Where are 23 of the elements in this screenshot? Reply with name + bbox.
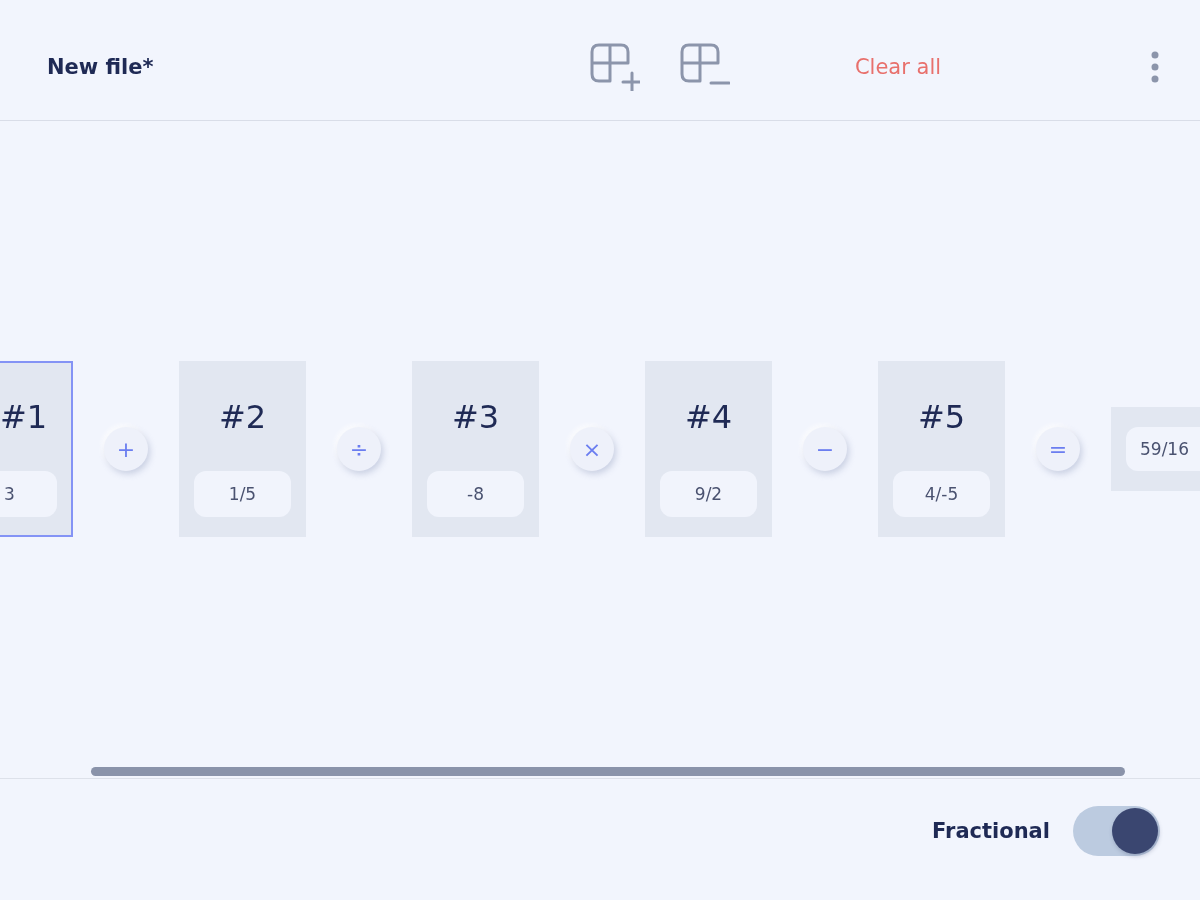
grid-plus-icon (590, 42, 640, 91)
add-cell-button[interactable] (589, 41, 641, 92)
value-field[interactable]: 9/2 (660, 471, 757, 517)
operand-card[interactable]: #2 1/5 (179, 361, 306, 537)
value-field[interactable]: 3 (0, 471, 57, 517)
operand-label: #1 (0, 397, 48, 438)
fractional-label: Fractional (932, 818, 1050, 845)
value-field[interactable]: 4/-5 (893, 471, 990, 517)
operand-card[interactable]: #1 3 (0, 361, 73, 537)
operand-card[interactable]: #4 9/2 (645, 361, 772, 537)
operand-card[interactable]: #5 4/-5 (878, 361, 1005, 537)
operand-card[interactable]: #3 -8 (412, 361, 539, 537)
value-field[interactable]: -8 (427, 471, 524, 517)
operand-label: #3 (451, 397, 500, 438)
more-icon (1151, 50, 1159, 83)
file-title: New file* (47, 54, 154, 79)
operand-label: #2 (218, 397, 267, 438)
operand-label: #5 (917, 397, 966, 438)
value-field[interactable]: 1/5 (194, 471, 291, 517)
result-value: 59/16 (1126, 427, 1200, 471)
fractional-toggle[interactable] (1073, 806, 1160, 856)
operand-label: #4 (684, 397, 733, 438)
scrollbar-thumb[interactable] (91, 767, 1125, 776)
